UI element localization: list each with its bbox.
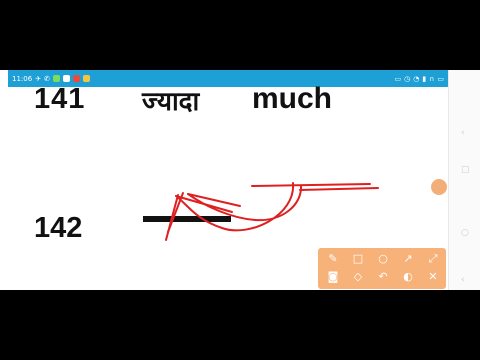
- arrow-stroke: [175, 182, 295, 232]
- arrow-stroke: [167, 192, 184, 233]
- arrow-stroke: [165, 194, 179, 241]
- annotation-toolbar: ✎ □ ○ ↗ ⤢ ◙ ◇ ↶ ◐ ✕: [318, 248, 446, 289]
- undo-icon[interactable]: ↶: [374, 270, 392, 284]
- eraser-icon[interactable]: ◇: [349, 270, 367, 284]
- arrow-icon[interactable]: ↗: [399, 252, 417, 266]
- underline-stroke: [299, 187, 379, 191]
- square-icon[interactable]: □: [349, 252, 367, 266]
- arrow-stroke: [187, 185, 303, 222]
- underline-stroke: [251, 183, 371, 187]
- expand-icon[interactable]: ⤢: [424, 252, 442, 266]
- palette-icon[interactable]: ◐: [399, 270, 417, 284]
- close-icon[interactable]: ✕: [424, 270, 442, 284]
- pen-icon[interactable]: ✎: [324, 252, 342, 266]
- handwritten-annotation: [165, 182, 379, 241]
- circle-icon[interactable]: ○: [374, 252, 392, 266]
- camera-icon[interactable]: ◙: [324, 270, 342, 284]
